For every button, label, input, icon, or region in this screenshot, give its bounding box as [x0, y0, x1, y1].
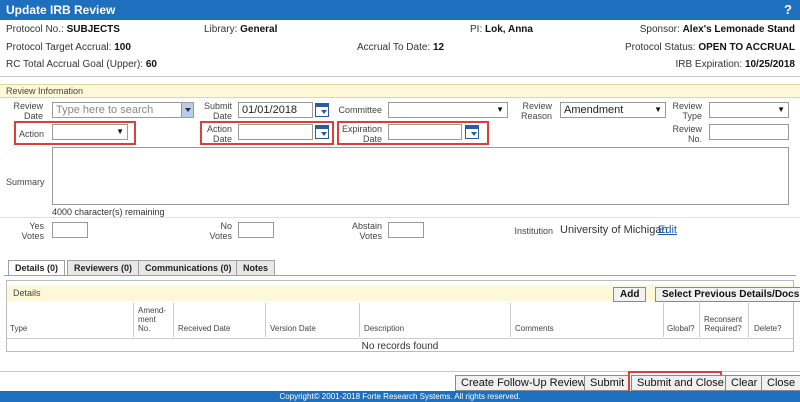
calendar-icon[interactable] [465, 125, 479, 139]
col-global: Global? [667, 324, 695, 333]
clear-button[interactable]: Clear [725, 375, 764, 391]
tab-underline [4, 275, 796, 276]
window-titlebar: Update IRB Review ? [0, 0, 800, 20]
institution-edit-link[interactable]: Edit [658, 224, 677, 236]
accrual-to-date: Accrual To Date: 12 [357, 42, 445, 53]
summary-textarea[interactable] [52, 147, 789, 205]
yes-votes-input[interactable] [52, 222, 88, 238]
dropdown-arrow-icon[interactable] [181, 103, 193, 117]
col-separator [699, 303, 700, 337]
create-followup-review-button[interactable]: Create Follow-Up Review [455, 375, 592, 391]
tab-reviewers[interactable]: Reviewers (0) [67, 260, 140, 276]
select-previous-details-button[interactable]: Select Previous Details/Docs [655, 287, 800, 302]
review-reason-select[interactable]: Amendment ▼ [560, 102, 666, 118]
calendar-icon[interactable] [315, 125, 329, 139]
submit-button[interactable]: Submit [584, 375, 631, 391]
protocol-no: Protocol No.: SUBJECTS [6, 24, 120, 35]
col-separator [510, 303, 511, 337]
details-title: Details [13, 288, 41, 298]
chars-remaining: 4000 character(s) remaining [52, 207, 165, 217]
col-reconsent: Reconsent Required? [704, 315, 743, 333]
chevron-down-icon: ▼ [116, 127, 124, 136]
library: Library: General [204, 24, 278, 35]
review-reason-label: Review Reason [520, 101, 552, 121]
col-description: Description [364, 324, 405, 333]
sponsor: Sponsor: Alex's Lemonade Stand [639, 24, 795, 35]
chevron-down-icon: ▼ [777, 105, 785, 114]
review-section-header: Review Information [0, 84, 800, 98]
col-separator [173, 303, 174, 337]
expiration-date-label: Expiration Date [341, 124, 382, 144]
details-panel: Details Add Select Previous Details/Docs… [6, 280, 800, 352]
institution-label: Institution [514, 226, 553, 236]
submit-and-close-button[interactable]: Submit and Close [631, 375, 730, 391]
protocol-status: Protocol Status: OPEN TO ACCRUAL [624, 42, 795, 53]
col-separator [133, 303, 134, 337]
no-records-message: No records found [7, 338, 793, 352]
abstain-votes-input[interactable] [388, 222, 424, 238]
institution-value: University of Michigan [560, 224, 668, 236]
yes-votes-label: Yes Votes [21, 221, 44, 241]
footer-copyright: Copyright© 2001-2018 Forte Research Syst… [0, 391, 800, 402]
review-no-label: Review No. [672, 124, 702, 144]
no-votes-input[interactable] [238, 222, 274, 238]
target-accrual: Protocol Target Accrual: 100 [6, 42, 131, 53]
help-icon[interactable]: ? [784, 2, 792, 17]
review-no-input[interactable] [709, 124, 789, 140]
col-separator [359, 303, 360, 337]
submit-date-label: Submit Date [203, 101, 232, 121]
abstain-votes-label: Abstain Votes [351, 221, 382, 241]
expiration-date-input[interactable] [388, 124, 462, 140]
col-separator [748, 303, 749, 337]
accrual-goal: RC Total Accrual Goal (Upper): 60 [6, 59, 157, 70]
pi: PI: Lok, Anna [470, 24, 533, 35]
submit-date-input[interactable]: 01/01/2018 [238, 102, 313, 118]
action-date-label: Action Date [206, 124, 232, 144]
review-type-label: Review Type [672, 101, 702, 121]
action-select[interactable]: ▼ [52, 124, 128, 140]
add-detail-button[interactable]: Add [613, 287, 647, 302]
review-date-label: Review Date [13, 101, 43, 121]
col-comments: Comments [515, 324, 554, 333]
header-divider [0, 76, 800, 77]
col-delete: Delete? [754, 324, 782, 333]
committee-select[interactable]: ▼ [388, 102, 508, 118]
irb-expiration: IRB Expiration: 10/25/2018 [675, 59, 795, 70]
review-date-input[interactable]: Type here to search [52, 102, 194, 118]
chevron-down-icon: ▼ [654, 105, 662, 114]
committee-label: Committee [338, 105, 382, 115]
no-votes-label: No Votes [209, 221, 232, 241]
section-title: Review Information [6, 86, 84, 96]
window-title: Update IRB Review [6, 3, 116, 17]
tab-details[interactable]: Details (0) [8, 260, 66, 276]
col-separator [663, 303, 664, 337]
col-version-date: Version Date [270, 324, 316, 333]
summary-divider [0, 217, 800, 218]
review-type-select[interactable]: ▼ [709, 102, 789, 118]
col-type: Type [10, 324, 28, 333]
action-label: Action [18, 129, 44, 139]
close-button[interactable]: Close [761, 375, 800, 391]
col-amendment-no: Amend-ment No. [138, 306, 167, 333]
col-separator [265, 303, 266, 337]
col-received-date: Received Date [178, 324, 231, 333]
tab-notes[interactable]: Notes [236, 260, 276, 276]
chevron-down-icon: ▼ [496, 105, 504, 114]
calendar-icon[interactable] [315, 103, 329, 117]
action-date-input[interactable] [238, 124, 313, 140]
summary-label: Summary [6, 177, 45, 187]
tab-communications[interactable]: Communications (0) [138, 260, 239, 276]
